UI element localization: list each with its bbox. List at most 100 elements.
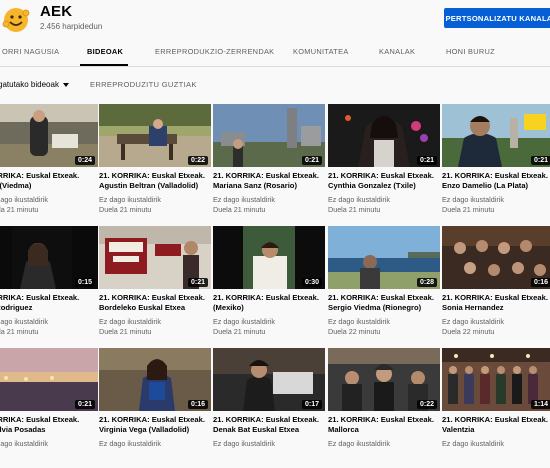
video-title[interactable]: KORRIKA: Euskal Etxeak.th Rodriguez: [0, 293, 98, 313]
tab-home[interactable]: ORRI NAGUSIA: [2, 47, 59, 56]
video-age: Duela 21 minutu: [328, 205, 381, 214]
video-card[interactable]: 0:22 21. KORRIKA: Euskal Etxeak. Agustin …: [99, 104, 211, 224]
video-views: Ez dago ikustaldirik: [99, 195, 161, 204]
video-card[interactable]: 0:21 21. KORRIKA: Euskal Etxeak. Bordelek…: [99, 226, 211, 346]
video-thumbnail[interactable]: 0:22: [99, 104, 211, 167]
subscriber-count: 2.456 harpidedun: [40, 22, 103, 31]
video-title-line: Mariana Sanz (Rosario): [213, 181, 297, 190]
video-duration: 0:21: [530, 156, 550, 165]
video-title[interactable]: 21. KORRIKA: Euskal Etxeak. Bordeleko Eus…: [99, 293, 211, 313]
video-card[interactable]: 0:30 21. KORRIKA: Euskal Etxeak. (Mexiko)…: [213, 226, 325, 346]
video-title-line: KORRIKA: Euskal Etxeak.: [0, 293, 80, 302]
video-card[interactable]: 0:21 21. KORRIKA: Euskal Etxeak. Enzo Dam…: [442, 104, 550, 224]
video-thumbnail[interactable]: 0:28: [328, 226, 440, 289]
video-title[interactable]: 21. KORRIKA: Euskal Etxeak. Sonia Hernand…: [442, 293, 550, 313]
video-views: Ez dago ikustaldirik: [0, 439, 48, 448]
video-title-line: a Silvia Posadas: [0, 425, 46, 434]
video-title-line: 21. KORRIKA: Euskal Etxeak.: [328, 293, 434, 302]
video-duration: 0:28: [416, 278, 437, 287]
video-title-line: 21. KORRIKA: Euskal Etxeak.: [328, 415, 434, 424]
video-title-line: hol (Viedma): [0, 181, 32, 190]
video-title-line: Sonia Hernandez: [442, 303, 504, 312]
video-views: Ez dago ikustaldirik: [442, 195, 504, 204]
video-title-line: Enzo Damelio (La Plata): [442, 181, 529, 190]
video-duration: 0:16: [530, 278, 550, 287]
video-title[interactable]: 21. KORRIKA: Euskal Etxeak. Mallorca: [328, 415, 440, 435]
video-card[interactable]: 0:21 KORRIKA: Euskal Etxeak.a Silvia Pos…: [0, 348, 98, 468]
video-thumbnail[interactable]: 0:21: [0, 348, 98, 411]
video-thumbnail[interactable]: 0:21: [213, 104, 325, 167]
video-thumbnail[interactable]: 0:22: [328, 348, 440, 411]
video-age: Duela 21 minutu: [442, 205, 495, 214]
video-title[interactable]: KORRIKA: Euskal Etxeak.a Silvia Posadas: [0, 415, 98, 435]
tab-videos[interactable]: BIDEOAK: [87, 47, 123, 56]
video-duration: 0:17: [301, 400, 322, 409]
video-title[interactable]: 21. KORRIKA: Euskal Etxeak. Agustin Beltr…: [99, 171, 211, 191]
video-card[interactable]: 0:17 21. KORRIKA: Euskal Etxeak. Denak Ba…: [213, 348, 325, 468]
video-title[interactable]: KORRIKA: Euskal Etxeak.hol (Viedma): [0, 171, 98, 191]
video-duration: 0:21: [416, 156, 437, 165]
avatar[interactable]: [2, 4, 30, 34]
video-age: Duela 21 minutu: [0, 205, 39, 214]
video-title-line: Denak Bat Euskal Etxea: [213, 425, 300, 434]
play-all-button[interactable]: ERREPRODUZITU GUZTIAK: [90, 80, 197, 89]
video-title-line: (Mexiko): [213, 303, 244, 312]
video-thumbnail[interactable]: 0:17: [213, 348, 325, 411]
video-views: Ez dago ikustaldirik: [442, 317, 504, 326]
video-thumbnail[interactable]: 1:14: [442, 348, 550, 411]
video-title[interactable]: 21. KORRIKA: Euskal Etxeak. (Mexiko): [213, 293, 325, 313]
tab-channels[interactable]: KANALAK: [379, 47, 415, 56]
video-card[interactable]: 0:28 21. KORRIKA: Euskal Etxeak. Sergio V…: [328, 226, 440, 346]
tab-about[interactable]: HONI BURUZ: [446, 47, 495, 56]
video-age: Duela 21 minutu: [213, 205, 266, 214]
video-title[interactable]: 21. KORRIKA: Euskal Etxeak. Sergio Viedma…: [328, 293, 440, 313]
video-title[interactable]: 21. KORRIKA: Euskal Etxeak. Cynthia Gonza…: [328, 171, 440, 191]
video-card[interactable]: 0:22 21. KORRIKA: Euskal Etxeak. Mallorca…: [328, 348, 440, 468]
video-title-line: Sergio Viedma (Rionegro): [328, 303, 422, 312]
channel-header: AEK 2.456 harpidedun PERTSONALIZATU KANA…: [0, 0, 550, 40]
video-duration: 1:14: [530, 400, 550, 409]
video-thumbnail[interactable]: 0:24: [0, 104, 98, 167]
video-views: Ez dago ikustaldirik: [328, 439, 390, 448]
video-title[interactable]: 21. KORRIKA: Euskal Etxeak. Mariana Sanz …: [213, 171, 325, 191]
video-title-line: Cynthia Gonzalez (Txile): [328, 181, 416, 190]
video-thumbnail[interactable]: 0:15: [0, 226, 98, 289]
uploads-select[interactable]: gatutako bideoak: [0, 80, 69, 89]
video-card[interactable]: 0:21 21. KORRIKA: Euskal Etxeak. Cynthia …: [328, 104, 440, 224]
video-card[interactable]: 0:15 KORRIKA: Euskal Etxeak.th Rodriguez…: [0, 226, 98, 346]
video-card[interactable]: 0:16 21. KORRIKA: Euskal Etxeak. Sonia He…: [442, 226, 550, 346]
video-thumbnail[interactable]: 0:16: [99, 348, 211, 411]
video-thumbnail[interactable]: 0:16: [442, 226, 550, 289]
video-card[interactable]: 1:14 21. KORRIKA: Euskal Etxeak. Valentzi…: [442, 348, 550, 468]
customize-channel-button[interactable]: PERTSONALIZATU KANALA: [444, 8, 550, 28]
video-card[interactable]: 0:24 KORRIKA: Euskal Etxeak.hol (Viedma)…: [0, 104, 98, 224]
video-title[interactable]: 21. KORRIKA: Euskal Etxeak. Enzo Damelio …: [442, 171, 550, 191]
chevron-down-icon: [62, 82, 69, 87]
tab-community[interactable]: KOMUNITATEA: [293, 47, 349, 56]
video-thumbnail[interactable]: 0:21: [442, 104, 550, 167]
video-title-line: 21. KORRIKA: Euskal Etxeak.: [442, 415, 548, 424]
video-thumbnail[interactable]: 0:21: [328, 104, 440, 167]
video-card[interactable]: 0:21 21. KORRIKA: Euskal Etxeak. Mariana …: [213, 104, 325, 224]
video-title[interactable]: 21. KORRIKA: Euskal Etxeak. Virginia Vega…: [99, 415, 211, 435]
video-age: Duela 21 minutu: [99, 205, 152, 214]
video-title-line: KORRIKA: Euskal Etxeak.: [0, 415, 80, 424]
video-title[interactable]: 21. KORRIKA: Euskal Etxeak. Denak Bat Eus…: [213, 415, 325, 435]
tab-playlists[interactable]: ERREPRODUKZIO-ZERRENDAK: [155, 47, 274, 56]
video-title-line: 21. KORRIKA: Euskal Etxeak.: [99, 171, 205, 180]
video-title-line: 21. KORRIKA: Euskal Etxeak.: [99, 415, 205, 424]
video-title-line: Valentzia: [442, 425, 475, 434]
video-title-line: 21. KORRIKA: Euskal Etxeak.: [213, 415, 319, 424]
video-title-line: 21. KORRIKA: Euskal Etxeak.: [328, 171, 434, 180]
video-card[interactable]: 0:16 21. KORRIKA: Euskal Etxeak. Virginia…: [99, 348, 211, 468]
video-thumbnail[interactable]: 0:21: [99, 226, 211, 289]
video-duration: 0:30: [301, 278, 322, 287]
video-thumbnail[interactable]: 0:30: [213, 226, 325, 289]
video-duration: 0:22: [187, 156, 208, 165]
video-age: Duela 22 minutu: [328, 327, 381, 336]
video-views: Ez dago ikustaldirik: [213, 439, 275, 448]
video-title[interactable]: 21. KORRIKA: Euskal Etxeak. Valentzia: [442, 415, 550, 435]
video-title-line: Agustin Beltran (Valladolid): [99, 181, 199, 190]
video-views: Ez dago ikustaldirik: [99, 317, 161, 326]
video-age: Duela 21 minutu: [213, 327, 266, 336]
